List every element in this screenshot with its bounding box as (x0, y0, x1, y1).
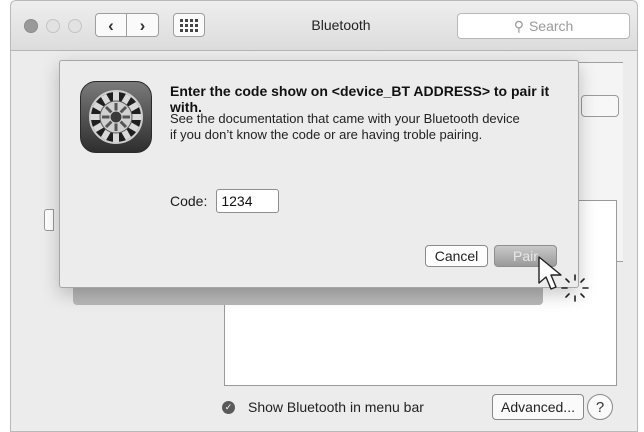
code-label: Code: (170, 193, 208, 209)
code-field[interactable] (216, 189, 280, 213)
description-line-2: if you don’t know the code or are having… (170, 127, 483, 142)
back-button[interactable]: ‹ (96, 14, 127, 36)
title-bar: ‹ › Bluetooth ⚲ Search (11, 1, 637, 51)
cancel-button[interactable]: Cancel (425, 245, 488, 267)
mouse-cursor-icon (538, 256, 589, 302)
code-row: Code: (170, 189, 280, 213)
chevron-left-icon: ‹ (108, 15, 114, 35)
show-in-menu-bar-checkbox[interactable]: ✓ Show Bluetooth in menu bar (222, 399, 424, 415)
show-all-button[interactable] (173, 13, 205, 37)
close-window-button[interactable] (24, 19, 38, 33)
device-action-button[interactable] (581, 95, 619, 117)
system-preferences-gear-icon (80, 81, 152, 153)
checkmark-icon: ✓ (222, 400, 235, 414)
dialog-description: See the documentation that came with you… (170, 111, 520, 143)
pairing-dialog: Enter the code show on <device_BT ADDRES… (59, 60, 579, 288)
zoom-window-button[interactable] (68, 19, 82, 33)
advanced-button[interactable]: Advanced... (492, 394, 584, 420)
search-field[interactable]: ⚲ Search (457, 13, 630, 39)
minimize-window-button[interactable] (46, 19, 60, 33)
forward-button[interactable]: › (127, 14, 158, 36)
search-icon: ⚲ (513, 17, 524, 34)
device-list-edge (44, 209, 54, 231)
description-line-1: See the documentation that came with you… (170, 111, 520, 126)
grid-icon (180, 18, 198, 32)
help-button[interactable]: ? (587, 394, 613, 420)
chevron-right-icon: › (139, 15, 146, 35)
show-in-menu-bar-label: Show Bluetooth in menu bar (248, 399, 424, 415)
window-title: Bluetooth (311, 17, 371, 33)
search-placeholder: Search (528, 18, 574, 34)
navigation-buttons: ‹ › (95, 13, 159, 37)
